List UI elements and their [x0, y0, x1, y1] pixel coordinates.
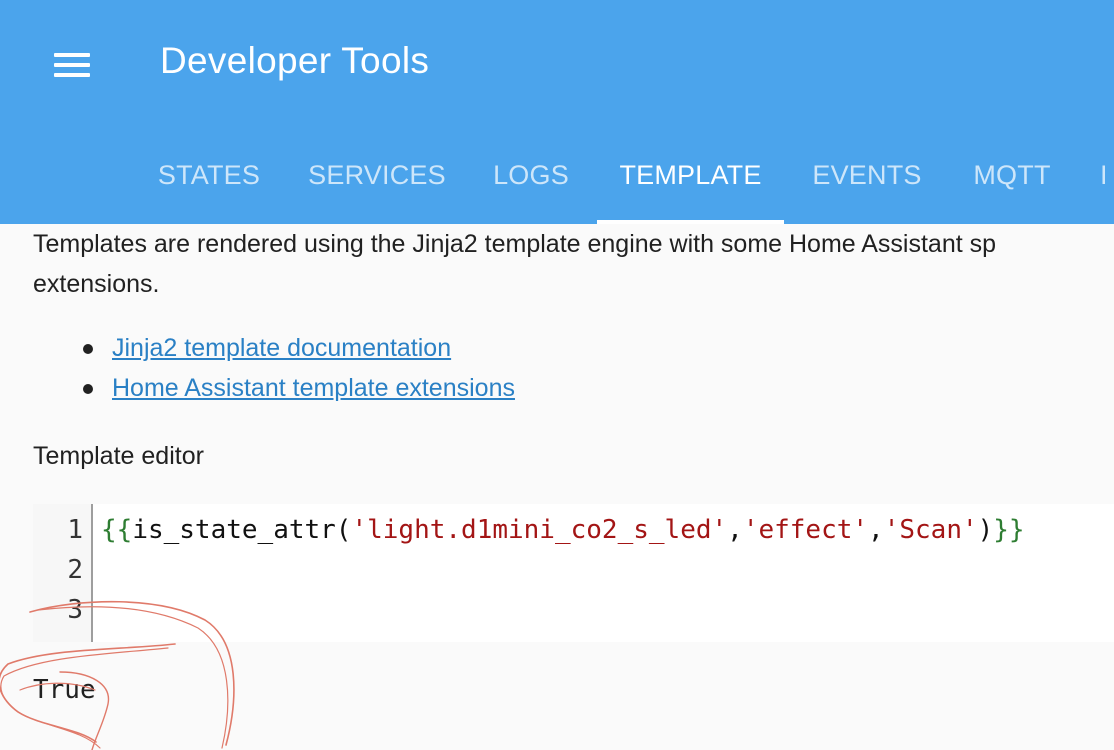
- line-number-gutter: 1 2 3: [33, 504, 93, 642]
- bullet-icon: [83, 384, 93, 394]
- tab-logs[interactable]: LOGS: [480, 128, 582, 224]
- page-title: Developer Tools: [160, 40, 430, 81]
- intro-line: extensions.: [33, 270, 160, 298]
- tab-mqtt[interactable]: MQTT: [958, 128, 1066, 224]
- app-header: Developer Tools STATES SERVICES LOGS TEM…: [0, 0, 1114, 224]
- list-item: Jinja2 template documentation: [80, 328, 515, 368]
- code-token-braces: }}: [993, 515, 1025, 545]
- ha-template-extensions-link[interactable]: Home Assistant template extensions: [112, 374, 515, 402]
- template-code-editor[interactable]: 1 2 3 {{is_state_attr('light.d1mini_co2_…: [33, 504, 1114, 642]
- tab-template[interactable]: TEMPLATE: [597, 128, 784, 224]
- tab-bar: STATES SERVICES LOGS TEMPLATE EVENTS MQT…: [0, 128, 1114, 224]
- hamburger-menu-icon[interactable]: [40, 33, 104, 97]
- tab-states[interactable]: STATES: [144, 128, 274, 224]
- code-token-comma: ,: [727, 515, 743, 545]
- tab-events[interactable]: EVENTS: [800, 128, 934, 224]
- bullet-icon: [83, 344, 93, 354]
- menu-bar: [54, 73, 90, 77]
- intro-text: Templates are rendered using the Jinja2 …: [33, 224, 1114, 304]
- menu-bar: [54, 53, 90, 57]
- line-number: 3: [67, 595, 83, 625]
- code-token-string: 'effect': [742, 515, 869, 545]
- code-token-comma: ,: [868, 515, 884, 545]
- line-number: 1: [67, 515, 83, 545]
- line-number: 2: [67, 555, 83, 585]
- template-editor-label: Template editor: [33, 442, 204, 470]
- jinja2-docs-link[interactable]: Jinja2 template documentation: [112, 334, 451, 362]
- template-panel: Templates are rendered using the Jinja2 …: [0, 224, 1114, 750]
- intro-line: Templates are rendered using the Jinja2 …: [33, 230, 997, 258]
- doc-links-list: Jinja2 template documentation Home Assis…: [80, 328, 515, 408]
- tab-info[interactable]: I: [1100, 128, 1114, 224]
- app-window: Developer Tools STATES SERVICES LOGS TEM…: [0, 0, 1114, 750]
- menu-bar: [54, 63, 90, 67]
- code-token-string: 'Scan': [883, 515, 978, 545]
- code-token-braces: {{: [101, 515, 133, 545]
- code-line[interactable]: {{is_state_attr('light.d1mini_co2_s_led'…: [101, 510, 1025, 550]
- list-item: Home Assistant template extensions: [80, 368, 515, 408]
- code-token-string: 'light.d1mini_co2_s_led': [351, 515, 728, 545]
- code-token-paren: ): [977, 515, 994, 545]
- tab-services[interactable]: SERVICES: [296, 128, 458, 224]
- template-result: True: [33, 675, 96, 705]
- code-token-function: is_state_attr(: [132, 515, 352, 545]
